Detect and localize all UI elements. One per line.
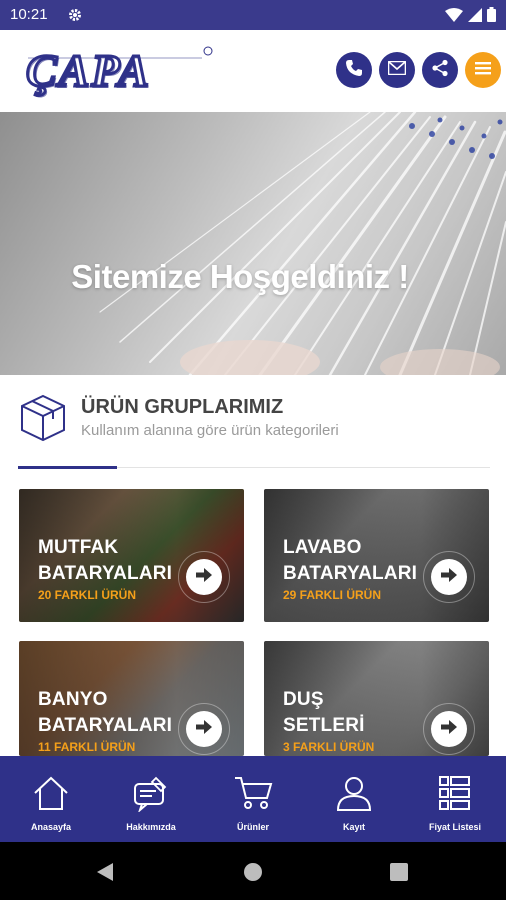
share-icon — [431, 59, 449, 82]
section-title: ÜRÜN GRUPLARIMIZ — [81, 396, 284, 418]
nav-label: Fiyat Listesi — [428, 822, 482, 832]
settings-gear-icon — [68, 8, 82, 27]
card-title-line2: BATARYALARI — [283, 563, 418, 584]
nav-about[interactable]: Hakkımızda — [101, 756, 201, 842]
nav-label: Anasayfa — [30, 822, 72, 832]
arrow-button[interactable] — [186, 711, 222, 747]
svg-text:ÇAPA: ÇAPA — [28, 47, 153, 98]
card-product-count: 29 FARKLI ÜRÜN — [283, 588, 382, 602]
product-groups-header: ÜRÜN GRUPLARIMIZ Kullanım alanına göre ü… — [20, 392, 490, 452]
card-title-line2: BATARYALARI — [38, 715, 173, 736]
back-icon[interactable] — [96, 862, 114, 887]
card-product-count: 11 FARKLI ÜRÜN — [38, 740, 136, 754]
category-card-shower[interactable]: DUŞ SETLERİ 3 FARKLI ÜRÜN — [264, 641, 489, 756]
card-title-line1: LAVABO — [283, 537, 362, 558]
card-product-count: 3 FARKLI ÜRÜN — [283, 740, 375, 754]
card-title-line1: BANYO — [38, 689, 108, 710]
nav-label: Ürünler — [236, 822, 269, 832]
capa-logo[interactable]: ÇAPA ÇAPA — [24, 44, 218, 100]
arrow-right-icon — [441, 567, 457, 587]
nav-label: Hakkımızda — [126, 822, 176, 832]
category-card-basin[interactable]: LAVABO BATARYALARI 29 FARKLI ÜRÜN — [264, 489, 489, 622]
bottom-navigation: Anasayfa Hakkımızda Ürünler Kayıt Fiyat … — [0, 756, 506, 842]
status-time: 10:21 — [10, 6, 48, 23]
menu-icon — [475, 61, 491, 80]
arrow-button[interactable] — [186, 559, 222, 595]
nav-products[interactable]: Ürünler — [203, 756, 303, 842]
category-card-bathroom[interactable]: BANYO BATARYALARI 11 FARKLI ÜRÜN — [19, 641, 244, 756]
hero-title: Sitemize Hoşgeldiniz ! — [71, 258, 409, 295]
home-circle-icon[interactable] — [243, 862, 263, 887]
card-title-line1: MUTFAK — [38, 537, 119, 558]
arrow-right-icon — [196, 719, 212, 739]
share-button[interactable] — [422, 52, 458, 88]
section-subtitle: Kullanım alanına göre ürün kategorileri — [81, 422, 339, 439]
card-title-line1: DUŞ — [283, 689, 324, 710]
category-card-kitchen[interactable]: MUTFAK BATARYALARI 20 FARKLI ÜRÜN — [19, 489, 244, 622]
hero-banner: Sitemize Hoşgeldiniz ! — [0, 112, 506, 375]
recents-icon[interactable] — [390, 863, 408, 886]
arrow-button[interactable] — [431, 559, 467, 595]
nav-home[interactable]: Anasayfa — [1, 756, 101, 842]
phone-icon — [345, 59, 363, 82]
card-title-line2: BATARYALARI — [38, 563, 173, 584]
box-icon — [20, 394, 66, 447]
status-bar: 10:21 — [0, 0, 506, 30]
system-navigation-bar — [0, 842, 506, 900]
nav-register[interactable]: Kayıt — [304, 756, 404, 842]
phone-button[interactable] — [336, 52, 372, 88]
wifi-icon — [445, 7, 463, 27]
menu-button[interactable] — [465, 52, 501, 88]
section-divider-accent — [18, 466, 117, 469]
mail-button[interactable] — [379, 52, 415, 88]
battery-icon — [487, 7, 496, 27]
mail-icon — [387, 60, 407, 80]
shower-water-image — [99, 112, 506, 375]
card-title-line2: SETLERİ — [283, 715, 365, 736]
arrow-right-icon — [196, 567, 212, 587]
app-header: ÇAPA ÇAPA — [0, 30, 506, 113]
nav-price-list[interactable]: Fiyat Listesi — [405, 756, 505, 842]
arrow-button[interactable] — [431, 711, 467, 747]
card-product-count: 20 FARKLI ÜRÜN — [38, 588, 137, 602]
nav-label: Kayıt — [342, 822, 365, 832]
arrow-right-icon — [441, 719, 457, 739]
signal-icon — [468, 7, 482, 27]
